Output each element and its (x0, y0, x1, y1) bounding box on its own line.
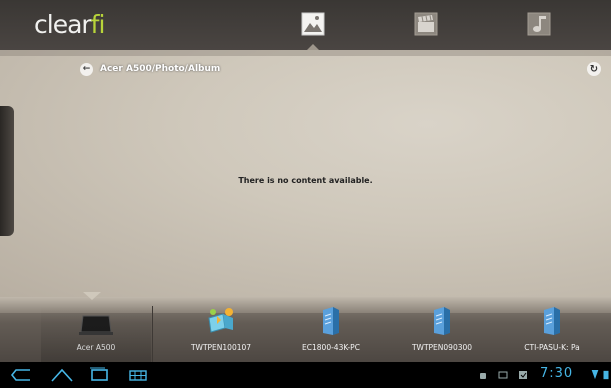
clock: 7:30 (540, 366, 574, 381)
clearfi-app: clearfi ← Acer A500/Photo/Album ↻ There … (0, 0, 611, 388)
content-area: ← Acer A500/Photo/Album ↻ There is no co… (0, 50, 611, 297)
refresh-icon: ↻ (589, 63, 599, 75)
download-complete-icon (519, 371, 527, 379)
breadcrumb: ← Acer A500/Photo/Album (80, 62, 220, 76)
media-player-icon (203, 306, 239, 336)
wifi-icon (591, 370, 599, 380)
tab-photo[interactable] (301, 12, 325, 36)
device-twtpen100107[interactable]: TWTPEN100107 (166, 306, 276, 362)
device-label: TWTPEN090300 (411, 343, 473, 352)
battery-icon (603, 370, 609, 380)
music-icon (527, 12, 551, 36)
active-device-indicator (83, 292, 101, 300)
tab-video[interactable] (414, 12, 438, 36)
device-ec1800-43k-pc[interactable]: EC1800-43K-PC (276, 306, 386, 362)
server-icon (313, 306, 349, 336)
refresh-button[interactable]: ↻ (587, 62, 601, 76)
device-acer-a500[interactable]: Acer A500 (41, 306, 151, 362)
android-debug-icon (480, 373, 486, 379)
device-divider (152, 306, 153, 362)
side-panel-handle[interactable] (0, 106, 14, 236)
back-button[interactable]: ← (80, 62, 93, 76)
device-cti-pasu-k[interactable]: CTI-PASU-K: Pa (497, 306, 607, 362)
tab-music[interactable] (527, 12, 551, 36)
logo-accent-text: fi (90, 10, 106, 39)
logo-text: clear (34, 10, 92, 39)
device-label: CTI-PASU-K: Pa (524, 343, 580, 352)
device-label: TWTPEN100107 (190, 343, 252, 352)
system-bar: 7:30 (0, 362, 611, 388)
back-nav-icon[interactable] (10, 367, 36, 383)
device-label: EC1800-43K-PC (302, 343, 360, 352)
photo-icon (301, 12, 325, 36)
clearfi-logo: clearfi (34, 10, 106, 39)
video-icon (414, 12, 438, 36)
top-header: clearfi (0, 0, 611, 52)
server-icon (424, 306, 460, 336)
menu-icon[interactable] (128, 367, 148, 383)
gallery-notification-icon (498, 371, 508, 379)
home-nav-icon[interactable] (50, 367, 74, 383)
recent-apps-icon[interactable] (88, 367, 110, 383)
empty-message: There is no content available. (238, 176, 373, 185)
server-icon (534, 306, 570, 336)
back-arrow-icon: ← (82, 64, 91, 74)
device-twtpen090300[interactable]: TWTPEN090300 (387, 306, 497, 362)
tablet-icon (78, 306, 114, 336)
breadcrumb-path: Acer A500/Photo/Album (100, 64, 221, 74)
device-label: Acer A500 (76, 343, 116, 352)
